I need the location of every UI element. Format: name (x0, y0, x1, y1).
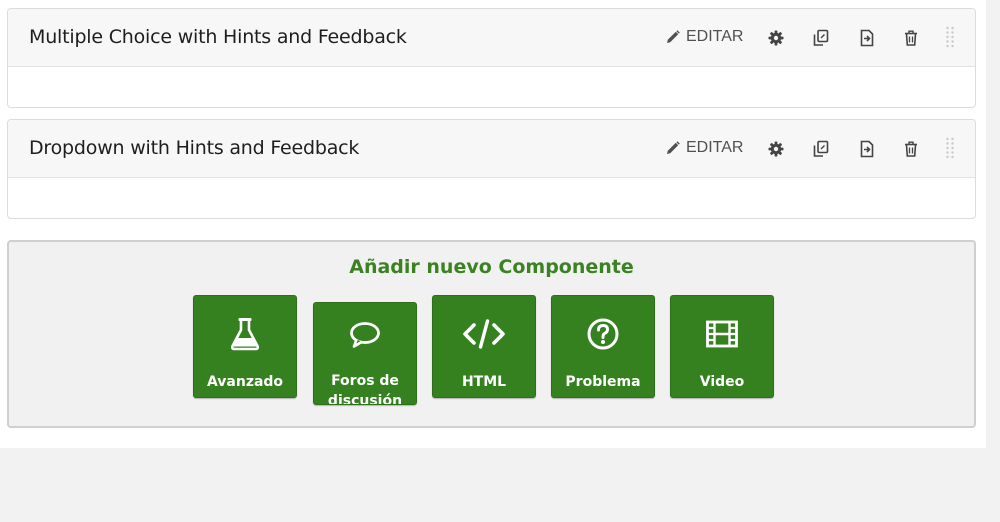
add-component-panel: Añadir nuevo Componente Avanzado Foros d… (7, 240, 976, 428)
code-icon (463, 319, 505, 349)
xblock-dropdown: Dropdown with Hints and Feedback EDITAR (7, 119, 976, 219)
drag-handle-icon[interactable] (945, 137, 955, 161)
film-icon (706, 320, 738, 348)
component-button-label: Problema (565, 374, 641, 390)
component-button-label: Foros de discusión (327, 373, 403, 405)
edit-button-label: EDITAR (686, 28, 744, 45)
component-button-advanced[interactable]: Avanzado (193, 295, 297, 398)
drag-handle-icon[interactable] (945, 26, 955, 50)
speech-bubble-icon (350, 322, 380, 348)
flask-icon (230, 318, 260, 351)
pencil-icon (667, 30, 680, 43)
move-icon[interactable] (858, 140, 876, 158)
xblock-title: Multiple Choice with Hints and Feedback (29, 26, 407, 48)
component-button-discussion[interactable]: Foros de discusión (313, 302, 417, 405)
xblock-title: Dropdown with Hints and Feedback (29, 137, 360, 159)
gear-icon[interactable] (767, 140, 785, 158)
add-component-title: Añadir nuevo Componente (349, 256, 634, 278)
edit-button-label: EDITAR (686, 139, 744, 156)
gear-icon[interactable] (767, 29, 785, 47)
xblock-multiple-choice: Multiple Choice with Hints and Feedback … (7, 8, 976, 108)
component-button-label: HTML (461, 374, 507, 390)
component-button-video[interactable]: Video (670, 295, 774, 398)
xblock-header: Multiple Choice with Hints and Feedback … (8, 9, 975, 67)
pencil-icon (667, 141, 680, 154)
duplicate-icon[interactable] (812, 140, 830, 158)
component-button-label: Avanzado (206, 374, 284, 390)
component-button-html[interactable]: HTML (432, 295, 536, 398)
main-content-panel: Multiple Choice with Hints and Feedback … (0, 0, 986, 448)
trash-icon[interactable] (902, 29, 920, 47)
question-circle-icon (587, 318, 619, 350)
duplicate-icon[interactable] (812, 29, 830, 47)
move-icon[interactable] (858, 29, 876, 47)
edit-button[interactable]: EDITAR (666, 139, 743, 157)
component-button-problem[interactable]: Problema (551, 295, 655, 398)
edit-button[interactable]: EDITAR (666, 28, 743, 46)
trash-icon[interactable] (902, 140, 920, 158)
component-button-label: Video (699, 374, 745, 390)
xblock-header: Dropdown with Hints and Feedback EDITAR (8, 120, 975, 178)
